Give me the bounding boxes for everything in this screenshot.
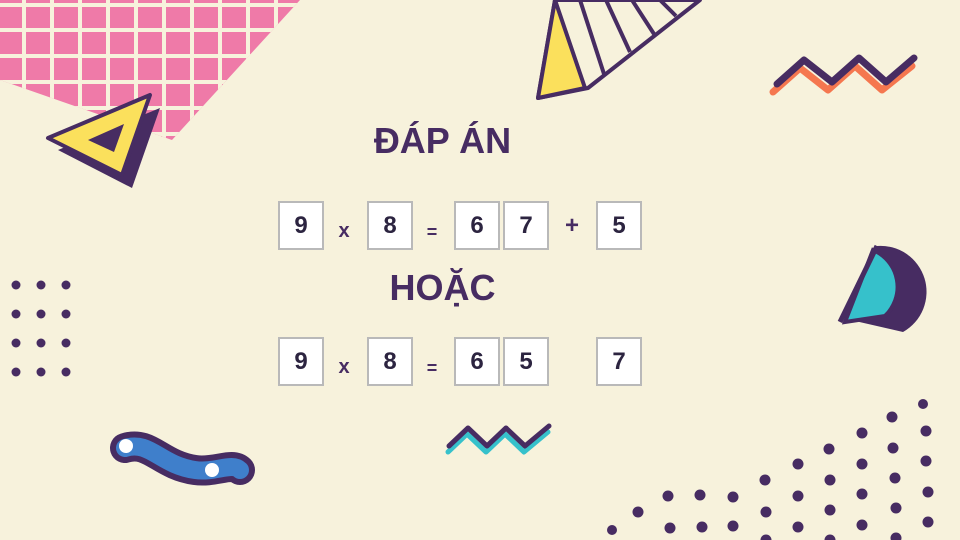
dot-grid-decoration-right xyxy=(607,399,934,540)
zigzag-decoration-top xyxy=(769,54,918,96)
page-title: ĐÁP ÁN xyxy=(373,120,512,161)
zigzag-decoration-bottom xyxy=(445,423,552,455)
squiggle-decoration xyxy=(110,431,255,486)
or-label: HOẶC xyxy=(389,267,496,308)
pencil-decoration xyxy=(536,0,702,100)
